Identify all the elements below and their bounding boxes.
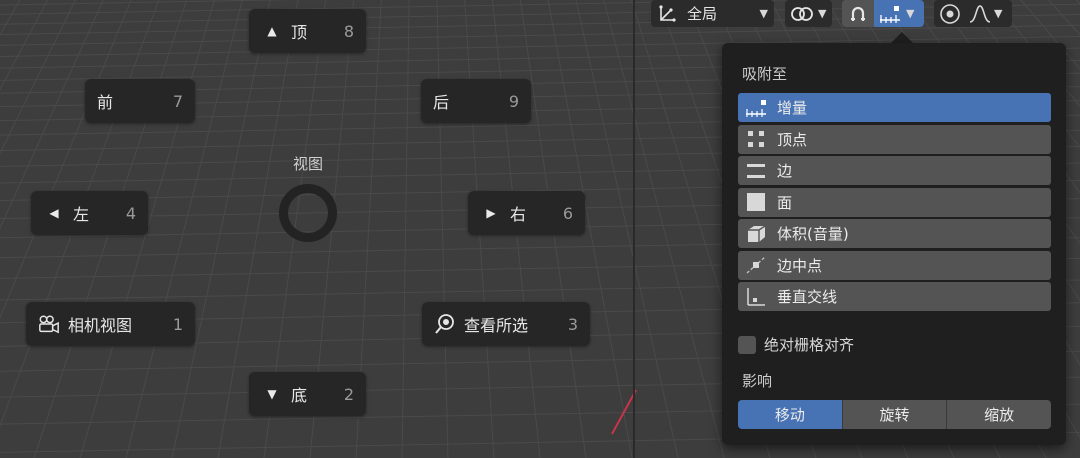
snap-to-options: 增量 顶点 边 面 体积(音量) 边中点 垂直交线 [738, 93, 1051, 314]
view-camera-button[interactable]: 相机视图 1 [26, 302, 195, 346]
absolute-grid-label: 绝对栅格对齐 [764, 336, 855, 354]
triangle-down-icon: ▼ [267, 387, 277, 401]
snap-mode-dropdown[interactable]: ▼ [874, 0, 924, 27]
view-camera-key: 1 [172, 314, 183, 334]
view-bottom-key: 2 [343, 384, 354, 404]
snap-option-edge-midpoint[interactable]: 边中点 [738, 250, 1051, 280]
view-front-button[interactable]: 前 7 [85, 79, 195, 123]
view-front-label: 前 [97, 93, 114, 112]
proportional-edit-icon[interactable] [938, 3, 962, 25]
chevron-down-icon: ▼ [994, 7, 1003, 20]
snap-option-label: 顶点 [777, 130, 808, 149]
affect-title: 影响 [742, 372, 773, 390]
snap-toggle-button[interactable] [842, 0, 874, 27]
snap-option-edge[interactable]: 边 [738, 156, 1051, 185]
pie-center-ring [279, 184, 337, 242]
view-camera-label: 相机视图 [68, 316, 133, 335]
snap-option-label: 体积(音量) [777, 225, 849, 243]
view-top-key: 8 [343, 21, 354, 41]
triangle-right-icon: ▶ [486, 206, 496, 220]
view-top-button[interactable]: ▲ 顶 8 [249, 9, 366, 53]
volume-icon [744, 224, 768, 244]
view-selected-icon [434, 313, 456, 335]
view-bottom-button[interactable]: ▼ 底 2 [249, 372, 366, 416]
transform-orientation-label: 全局 [687, 5, 718, 23]
snap-to-title: 吸附至 [742, 65, 788, 83]
face-icon [744, 192, 768, 212]
snap-option-volume[interactable]: 体积(音量) [738, 219, 1051, 248]
pivot-point-dropdown[interactable]: ▼ [785, 0, 832, 27]
pie-menu-title: 视图 [292, 155, 323, 173]
view-selected-label: 查看所选 [464, 316, 529, 335]
vertex-icon [744, 129, 768, 149]
snap-option-increment[interactable]: 增量 [738, 93, 1051, 122]
affect-rotate-button[interactable]: 旋转 [842, 400, 948, 429]
chevron-down-icon: ▼ [759, 7, 768, 20]
snap-option-label: 面 [777, 193, 793, 212]
view-left-label: 左 [73, 205, 90, 224]
affect-scale-button[interactable]: 缩放 [947, 400, 1051, 429]
view-selected-key: 3 [567, 314, 578, 334]
edge-midpoint-icon [744, 255, 768, 275]
transform-orientation-dropdown[interactable]: 全局 ▼ [651, 0, 774, 27]
snap-option-perpendicular[interactable]: 垂直交线 [738, 282, 1051, 311]
view-right-label: 右 [510, 205, 527, 224]
triangle-up-icon: ▲ [267, 24, 277, 38]
view-bottom-label: 底 [291, 386, 308, 405]
view-left-key: 4 [125, 203, 136, 223]
snap-option-label: 垂直交线 [777, 288, 838, 306]
magnet-icon [848, 4, 868, 24]
view-front-key: 7 [172, 91, 183, 111]
view-right-key: 6 [562, 203, 573, 223]
snap-option-label: 边 [777, 162, 793, 180]
snap-option-face[interactable]: 面 [738, 187, 1051, 217]
snap-option-label: 边中点 [777, 256, 823, 275]
affect-move-button[interactable]: 移动 [738, 400, 843, 429]
view-back-button[interactable]: 后 9 [421, 79, 531, 123]
absolute-grid-snap-toggle[interactable]: 绝对栅格对齐 [738, 334, 854, 355]
pivot-point-icon [789, 4, 815, 24]
transform-orientation-icon [657, 4, 677, 24]
chevron-down-icon: ▼ [818, 7, 827, 20]
absolute-grid-checkbox[interactable] [738, 335, 756, 354]
increment-icon [744, 98, 768, 118]
triangle-left-icon: ◀ [49, 206, 59, 220]
view-left-button[interactable]: ◀ 左 4 [31, 191, 148, 235]
view-back-key: 9 [508, 91, 519, 111]
chevron-down-icon: ▼ [906, 7, 915, 20]
view-selected-button[interactable]: 查看所选 3 [422, 302, 590, 346]
viewport-divider[interactable] [633, 0, 635, 458]
view-right-button[interactable]: ▶ 右 6 [468, 191, 585, 235]
increment-icon [878, 4, 902, 24]
view-top-label: 顶 [291, 23, 308, 42]
camera-icon [38, 314, 60, 334]
affect-segmented-control: 移动 旋转 缩放 [738, 400, 1051, 429]
edge-icon [744, 161, 768, 181]
snap-option-vertex[interactable]: 顶点 [738, 124, 1051, 154]
proportional-edit-group[interactable]: ▼ [934, 0, 1012, 27]
view-back-label: 后 [433, 93, 450, 112]
snap-option-label: 增量 [777, 99, 808, 117]
falloff-curve-icon[interactable] [968, 4, 992, 24]
perpendicular-icon [744, 287, 768, 307]
